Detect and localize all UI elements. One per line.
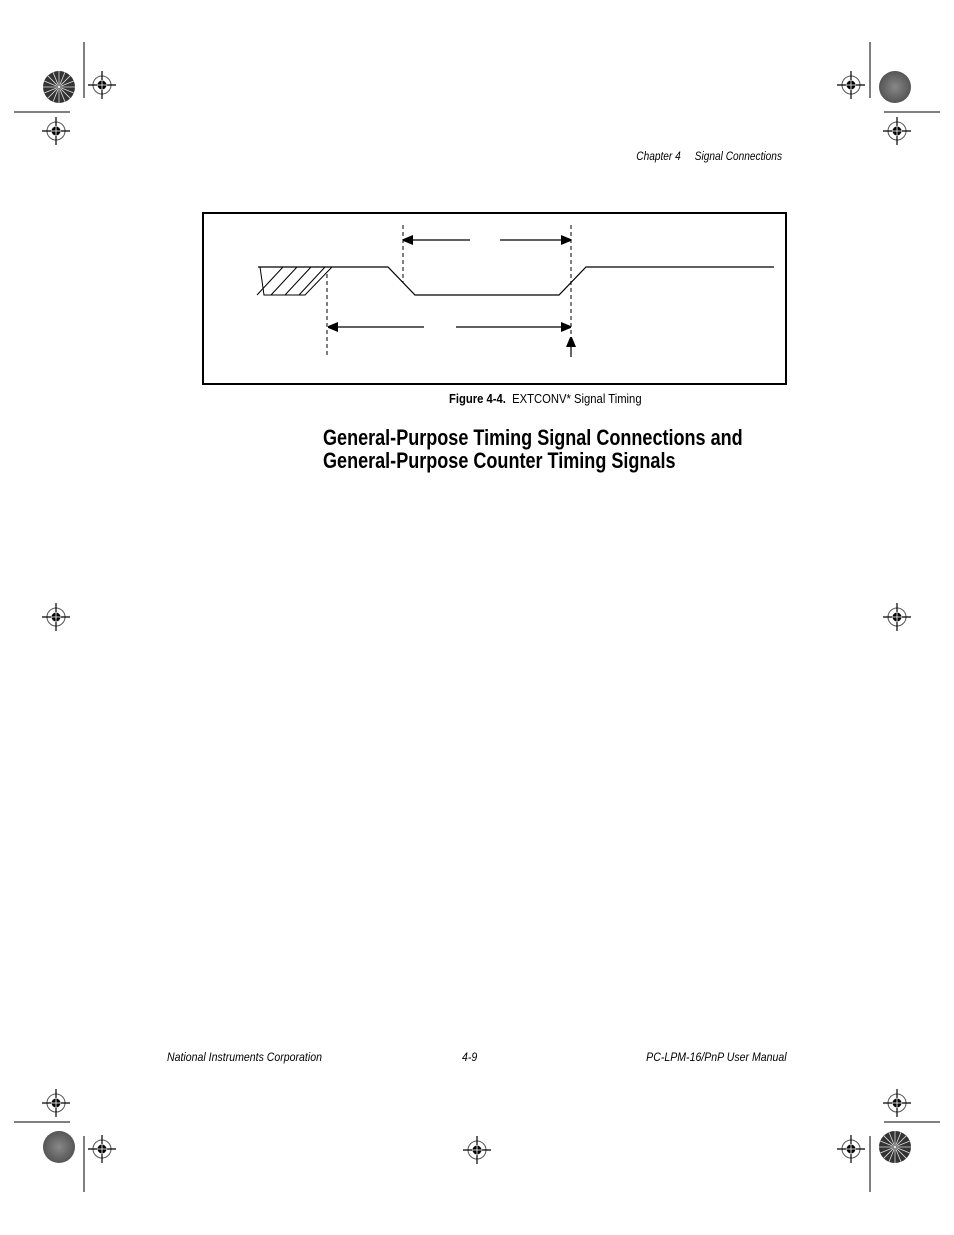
timing-diagram [256,225,774,357]
hatched-invalid-region [256,266,334,296]
registration-mark-icon [87,70,117,100]
figure-caption: Figure 4-4. EXTCONV* Signal Timing [449,392,642,406]
page-number: 4-9 [462,1050,478,1064]
section-heading-line-2: General-Purpose Counter Timing Signals [323,448,676,473]
running-head: Chapter 4 Signal Connections [587,151,782,163]
starburst-target-icon [878,1130,912,1164]
registration-mark-icon [87,1134,117,1164]
registration-mark-icon [41,116,71,146]
gray-disk-icon [879,71,911,103]
registration-mark-icon [41,1088,71,1118]
figure-title: EXTCONV* Signal Timing [512,392,642,406]
section-heading-line-1: General-Purpose Timing Signal Connection… [323,425,743,450]
registration-mark-icon [882,116,912,146]
section-heading: General-Purpose Timing Signal Connection… [323,426,743,472]
chapter-label: Chapter 4 [636,151,681,163]
registration-mark-icon [462,1135,492,1165]
registration-mark-icon [836,1134,866,1164]
registration-mark-icon [882,1088,912,1118]
signal-waveform [258,266,774,296]
gray-disk-icon [43,1131,75,1163]
figure-number: Figure 4-4. [449,392,506,406]
registration-mark-icon [836,70,866,100]
footer-company: National Instruments Corporation [167,1050,322,1064]
registration-mark-icon [41,602,71,632]
starburst-target-icon [43,71,75,103]
figure-box [202,212,787,385]
section-label: Signal Connections [694,151,782,163]
registration-mark-icon [882,602,912,632]
footer-manual-title: PC-LPM-16/PnP User Manual [646,1050,787,1064]
